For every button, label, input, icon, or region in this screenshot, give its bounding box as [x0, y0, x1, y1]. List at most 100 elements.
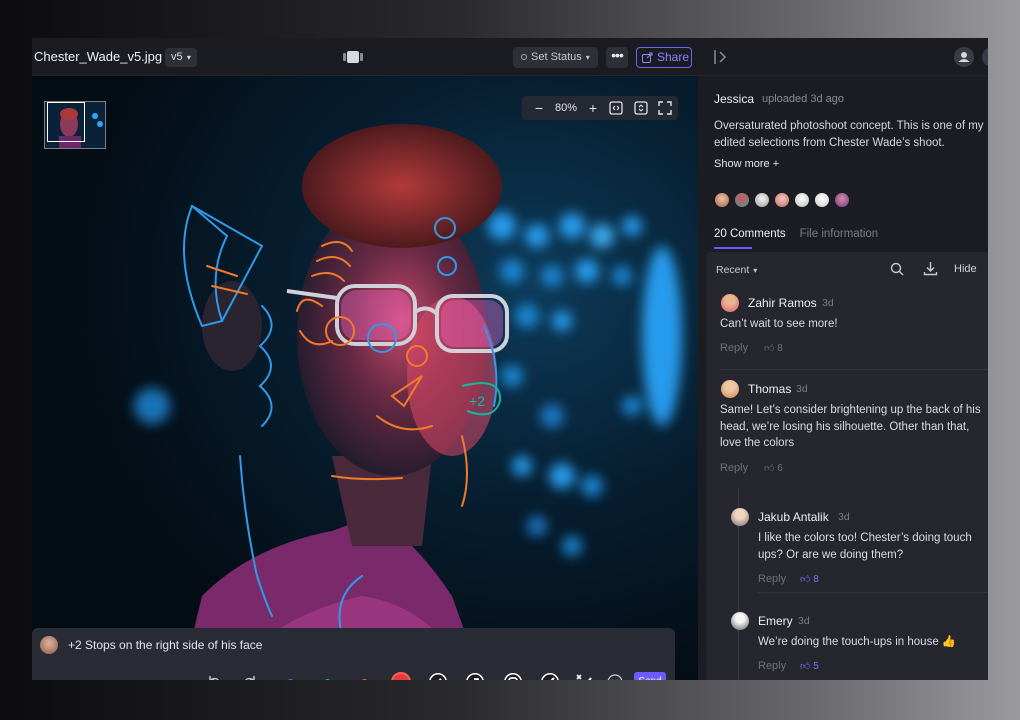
compare-icon[interactable] — [342, 50, 364, 64]
divider — [758, 592, 988, 593]
avatar[interactable] — [814, 192, 830, 208]
comment-time: 3d — [838, 511, 850, 523]
chevron-down-icon: ▾ — [753, 266, 758, 275]
avatar[interactable] — [721, 380, 739, 398]
redo-icon[interactable] — [240, 672, 260, 680]
reply-button[interactable]: Reply — [758, 660, 786, 672]
avatar[interactable] — [731, 612, 749, 630]
chevron-down-icon: ▾ — [184, 53, 191, 62]
zoom-out-button[interactable]: − — [530, 96, 548, 120]
top-bar: Chester_Wade_v5.jpg v5 ▾ Set Status ▾ •••… — [32, 38, 988, 76]
like-button[interactable]: 👍︎ 8 — [800, 573, 819, 585]
sort-label: Recent — [716, 264, 750, 276]
comment-author[interactable]: Emery — [758, 614, 793, 628]
thumbs-up-icon: 👍︎ — [764, 343, 775, 354]
avatar[interactable] — [834, 192, 850, 208]
comment-list-header: Recent ▾ Hide — [706, 252, 988, 286]
avatar[interactable] — [721, 294, 739, 312]
comment-text: Can’t wait to see more! — [720, 318, 838, 330]
like-count: 8 — [777, 343, 783, 354]
show-more-link[interactable]: Show more + — [714, 158, 779, 170]
like-button[interactable]: 👍︎ 8 — [764, 342, 783, 354]
color-blue-swatch[interactable] — [280, 672, 300, 680]
zoom-in-button[interactable]: + — [584, 96, 602, 120]
comment-time: 3d — [796, 383, 808, 395]
color-orange-swatch[interactable] — [354, 672, 374, 680]
version-label: v5 — [171, 51, 183, 63]
reply-button[interactable]: Reply — [720, 342, 748, 354]
thumbs-up-icon: 👍︎ — [800, 661, 811, 672]
avatar[interactable] — [714, 192, 730, 208]
version-dropdown[interactable]: v5 ▾ — [165, 48, 197, 67]
viewport-frame[interactable] — [47, 102, 85, 142]
like-count: 5 — [813, 661, 819, 672]
tab-comments[interactable]: 20 Comments — [714, 228, 786, 240]
avatar[interactable] — [774, 192, 790, 208]
comment-input[interactable]: +2 Stops on the right side of his face — [68, 638, 262, 652]
thumbs-up-icon: 👍︎ — [764, 463, 775, 474]
send-button[interactable]: Send — [634, 672, 666, 680]
like-button[interactable]: 👍︎ 6 — [764, 462, 783, 474]
search-icon[interactable] — [890, 262, 904, 276]
photo-canvas[interactable]: +2 — [32, 76, 698, 680]
brush-tool-icon[interactable] — [428, 672, 448, 680]
share-label: Share — [657, 50, 690, 64]
eraser-tool-icon[interactable] — [574, 672, 594, 680]
zoom-level: 80% — [554, 102, 578, 114]
color-teal-swatch[interactable] — [317, 672, 337, 680]
like-count: 6 — [777, 463, 783, 474]
uploader-name[interactable]: Jessica — [714, 92, 754, 106]
comment-text: Same! Let’s consider brightening up the … — [720, 404, 981, 449]
file-name: Chester_Wade_v5.jpg — [34, 49, 163, 64]
emoji-icon[interactable] — [605, 672, 625, 680]
hide-comments-button[interactable]: Hide — [954, 263, 977, 275]
comment-time: 3d — [798, 615, 810, 627]
thumbs-up-icon: 👍︎ — [800, 574, 811, 585]
undo-icon[interactable] — [204, 672, 224, 680]
fit-height-icon[interactable] — [634, 101, 648, 115]
arrow-tool-icon[interactable] — [465, 672, 485, 680]
set-status-button[interactable]: Set Status ▾ — [513, 47, 598, 68]
account-menu-button[interactable] — [982, 47, 988, 67]
comment-author[interactable]: Thomas — [748, 382, 791, 396]
share-button[interactable]: Share — [636, 47, 692, 68]
reply-button[interactable]: Reply — [720, 462, 748, 474]
comment-author[interactable]: Zahir Ramos — [748, 296, 817, 310]
shape-tool-icon[interactable] — [503, 672, 523, 680]
viewer-avatars — [714, 192, 854, 210]
comment-list[interactable]: Recent ▾ Hide Zahir Ramos 3d Can’t wait t… — [706, 252, 988, 680]
more-options-button[interactable]: ••• — [606, 47, 628, 68]
avatar[interactable] — [731, 508, 749, 526]
panel-toggle-icon[interactable] — [713, 49, 729, 65]
active-tab-indicator — [714, 247, 752, 249]
download-icon[interactable] — [923, 261, 938, 276]
avatar — [40, 636, 58, 654]
divider — [720, 369, 988, 370]
image-viewer[interactable]: +2 − 80% + +2 Stops on the right side of… — [32, 76, 698, 680]
navigator-thumbnail[interactable] — [44, 101, 106, 149]
file-description: Oversaturated photoshoot concept. This i… — [714, 120, 984, 149]
avatar[interactable] — [794, 192, 810, 208]
color-red-swatch[interactable] — [391, 672, 411, 680]
app-window: Chester_Wade_v5.jpg v5 ▾ Set Status ▾ •••… — [32, 38, 988, 680]
fullscreen-icon[interactable] — [658, 101, 672, 115]
comment-text: I like the colors too! Chester’s doing t… — [758, 532, 972, 561]
like-count: 8 — [813, 574, 819, 585]
like-button[interactable]: 👍︎ 5 — [800, 660, 819, 672]
user-icon — [958, 52, 970, 62]
line-tool-icon[interactable] — [540, 672, 560, 680]
status-dot-icon — [521, 54, 527, 60]
avatar[interactable] — [734, 192, 750, 208]
svg-text:+2: +2 — [469, 393, 485, 409]
comment-author[interactable]: Jakub Antalik — [758, 510, 829, 524]
comment-time: 3d — [822, 297, 834, 309]
upload-time: uploaded 3d ago — [762, 93, 844, 105]
zoom-controls: − 80% + — [522, 96, 678, 120]
set-status-label: Set Status — [531, 51, 582, 63]
tab-file-information[interactable]: File information — [800, 228, 879, 240]
fit-width-icon[interactable] — [609, 101, 623, 115]
sort-dropdown[interactable]: Recent ▾ — [716, 264, 757, 276]
avatar[interactable] — [754, 192, 770, 208]
user-avatar-button[interactable] — [954, 47, 974, 67]
reply-button[interactable]: Reply — [758, 573, 786, 585]
